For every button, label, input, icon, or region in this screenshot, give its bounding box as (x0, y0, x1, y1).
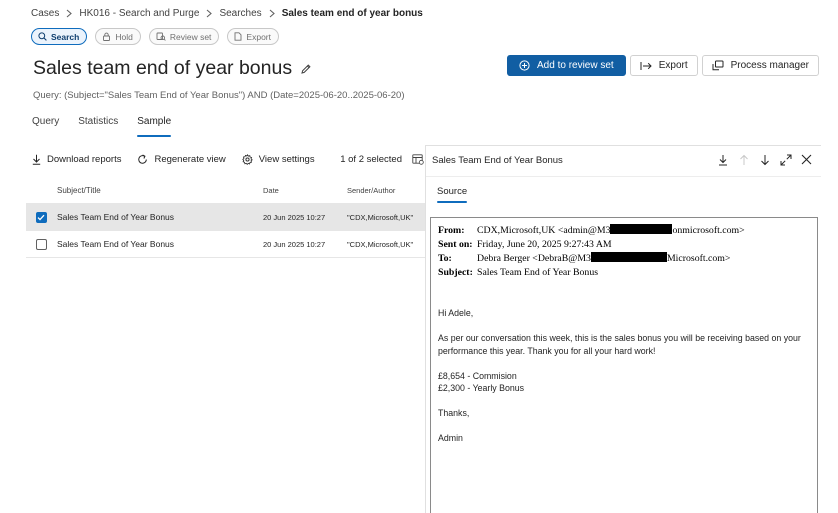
document-icon (234, 32, 242, 41)
row-checkbox[interactable] (35, 238, 47, 250)
column-picker-icon[interactable] (412, 154, 424, 165)
email-signature: Admin (438, 433, 463, 443)
pill-review-set[interactable]: Review set (148, 28, 220, 45)
column-header-subject[interactable]: Subject/Title (56, 186, 263, 195)
chevron-right-icon (66, 9, 73, 18)
download-icon (32, 154, 41, 165)
pill-label: Search (51, 31, 80, 42)
arrow-down-icon[interactable] (758, 153, 771, 166)
refresh-icon (137, 154, 148, 165)
page-title-text: Sales team end of year bonus (33, 57, 293, 79)
email-thanks: Thanks, (438, 408, 470, 418)
tab-list: Query Statistics Sample (32, 116, 171, 137)
row-checkbox[interactable] (35, 211, 47, 223)
query-text: Query: (Subject="Sales Team End of Year … (33, 90, 405, 101)
button-label: Add to review set (537, 60, 614, 71)
arrow-up-icon[interactable] (737, 153, 750, 166)
email-body: Hi Adele, As per our conversation this w… (438, 307, 812, 445)
tab-query[interactable]: Query (32, 116, 59, 133)
expand-icon[interactable] (779, 153, 792, 166)
process-manager-icon (712, 60, 724, 71)
add-circle-icon (519, 60, 530, 71)
table-row[interactable]: Sales Team End of Year Bonus 20 Jun 2025… (26, 204, 425, 231)
pill-label: Hold (115, 31, 133, 42)
email-sent-on: Sent on: Friday, June 20, 2025 9:27:43 A… (438, 239, 612, 250)
preview-title: Sales Team End of Year Bonus (432, 155, 563, 166)
table-header: Subject/Title Date Sender/Author (26, 178, 425, 204)
tab-statistics[interactable]: Statistics (78, 116, 118, 133)
pill-export[interactable]: Export (227, 28, 279, 45)
redaction-block (610, 224, 673, 234)
add-to-review-set-button[interactable]: Add to review set (507, 55, 626, 76)
regenerate-view-button[interactable]: Regenerate view (137, 154, 226, 165)
email-line: £2,300 - Yearly Bonus (438, 383, 525, 393)
email-paragraph: As per our conversation this week, this … (438, 333, 801, 356)
download-icon[interactable] (716, 153, 729, 166)
tab-source[interactable]: Source (437, 186, 468, 203)
export-arrow-icon (640, 61, 652, 71)
email-source: From: CDX,Microsoft,UK <admin@M3 onmicros… (430, 217, 818, 513)
cell-subject: Sales Team End of Year Bonus (57, 239, 175, 249)
tool-label: View settings (258, 154, 315, 165)
email-from: From: CDX,Microsoft,UK <admin@M3 onmicros… (438, 224, 745, 236)
pencil-icon[interactable] (300, 63, 312, 75)
export-button[interactable]: Export (629, 55, 698, 76)
breadcrumb-case[interactable]: HK016 - Search and Purge (79, 8, 199, 19)
email-subject: Subject: Sales Team End of Year Bonus (438, 267, 599, 278)
cell-subject: Sales Team End of Year Bonus (57, 212, 175, 222)
pill-label: Review set (169, 31, 212, 42)
column-header-date[interactable]: Date (263, 186, 347, 195)
results-table: Subject/Title Date Sender/Author Sales T… (26, 178, 425, 258)
button-label: Process manager (730, 60, 809, 71)
breadcrumb-cases[interactable]: Cases (31, 8, 59, 19)
page-title: Sales team end of year bonus (33, 57, 312, 80)
redaction-block (590, 252, 667, 262)
tab-sample[interactable]: Sample (137, 116, 171, 137)
pill-search[interactable]: Search (31, 28, 88, 45)
cell-date: 20 Jun 2025 10:27 (263, 239, 326, 249)
cell-sender: "CDX,Microsoft,UK" (347, 239, 414, 249)
results-toolbar: Download reports Regenerate view View se… (32, 154, 424, 165)
review-set-icon (156, 32, 166, 41)
preview-controls (716, 153, 813, 166)
workflow-pills: Search Hold Review set Export (31, 28, 279, 45)
preview-panel: Sales Team End of Year Bonus Source From… (425, 145, 821, 513)
pill-label: Export (246, 31, 271, 42)
gear-icon (241, 154, 253, 165)
tool-label: Download reports (47, 154, 122, 165)
table-row[interactable]: Sales Team End of Year Bonus 20 Jun 2025… (26, 231, 425, 258)
email-greeting: Hi Adele, (438, 308, 474, 318)
process-manager-button[interactable]: Process manager (701, 55, 819, 76)
breadcrumb-searches[interactable]: Searches (219, 8, 261, 19)
lock-icon (102, 32, 111, 41)
column-header-sender[interactable]: Sender/Author (347, 186, 425, 195)
chevron-right-icon (269, 9, 275, 18)
view-settings-button[interactable]: View settings (241, 154, 315, 165)
cell-sender: "CDX,Microsoft,UK" (347, 212, 414, 222)
header-actions: Add to review set Export Process manager (507, 55, 819, 76)
download-reports-button[interactable]: Download reports (32, 154, 121, 165)
chevron-right-icon (206, 9, 213, 18)
search-icon (38, 32, 47, 41)
cell-date: 20 Jun 2025 10:27 (263, 212, 326, 222)
close-icon[interactable] (800, 153, 813, 166)
pill-hold[interactable]: Hold (95, 28, 141, 45)
email-to: To: Debra Berger <DebraB@M3 Microsoft.com… (438, 252, 731, 264)
breadcrumb-current: Sales team end of year bonus (281, 8, 423, 19)
button-label: Export (658, 60, 688, 71)
tool-label: Regenerate view (154, 154, 226, 165)
email-line: £8,654 - Commision (438, 370, 517, 381)
selected-count: 1 of 2 selected (340, 154, 402, 165)
breadcrumb: Cases HK016 - Search and Purge Searches … (31, 7, 423, 20)
